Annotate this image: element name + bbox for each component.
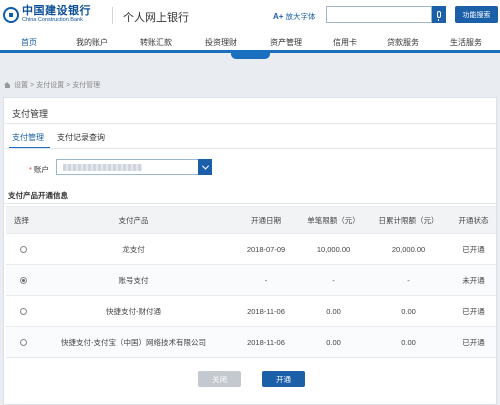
select-radio[interactable] [20, 338, 27, 346]
breadcrumb-separator: > [30, 81, 35, 89]
product-name: 龙支付 [122, 244, 145, 254]
search-input[interactable] [326, 6, 432, 23]
status: 未开通 [462, 275, 485, 285]
nav-credit-card[interactable]: 信用卡 [333, 37, 357, 48]
single-limit: 0.00 [326, 306, 341, 316]
main-nav: 首页 我的账户 转账汇款 投资理财 资产管理 信用卡 贷款服务 生活服务 [0, 31, 500, 52]
select-radio[interactable] [20, 245, 27, 253]
divider [4, 123, 496, 124]
voice-search-button[interactable] [432, 6, 446, 23]
product-name: 快捷支付-支付宝（中国）网络技术有限公司 [61, 337, 206, 347]
header-daily-limit: 日累计限额（元） [378, 215, 439, 225]
font-size-icon: A+ [273, 12, 284, 21]
nav-investment[interactable]: 投资理财 [205, 37, 237, 48]
open-date: 2018-11-06 [247, 337, 285, 347]
ccb-logo-icon [3, 6, 19, 23]
select-radio[interactable] [20, 307, 27, 315]
nav-life-services[interactable]: 生活服务 [450, 37, 482, 48]
nav-dropdown-handle[interactable] [231, 52, 270, 59]
bank-logo[interactable]: 中国建设银行 China Construction Bank [3, 6, 91, 24]
nav-my-account[interactable]: 我的账户 [76, 37, 108, 48]
daily-limit: - [407, 275, 410, 285]
logo-chinese-name: 中国建设银行 [22, 5, 91, 17]
header-open-date: 开通日期 [251, 215, 281, 225]
payment-management-panel: 支付管理 支付管理 支付记录查询 * 账户 支付产品开通信息 选择 支付产品 开通… [3, 97, 497, 405]
header-select: 选择 [14, 215, 29, 225]
logo-english-name: China Construction Bank [22, 17, 83, 23]
breadcrumb-payment-settings[interactable]: 支付设置 [36, 80, 64, 90]
header-divider [112, 7, 113, 24]
table-row[interactable]: 账号支付 - - - 未开通 [6, 265, 496, 296]
breadcrumb-settings[interactable]: 设置 [14, 80, 28, 90]
page-title: 支付管理 [12, 109, 49, 119]
breadcrumb-separator: > [66, 81, 71, 89]
account-select[interactable] [56, 159, 212, 175]
portal-title: 个人网上银行 [123, 12, 189, 24]
header-status: 开通状态 [458, 215, 489, 225]
daily-limit: 0.00 [401, 337, 416, 347]
table-row[interactable]: 龙支付 2018-07-09 10,000.00 20,000.00 已开通 [6, 234, 496, 265]
breadcrumb: 设置 > 支付设置 > 支付管理 [4, 80, 100, 90]
table-row[interactable]: 快捷支付-支付宝（中国）网络技术有限公司 2018-11-06 0.00 0.0… [6, 327, 496, 358]
tab-payment-records[interactable]: 支付记录查询 [57, 132, 105, 143]
nav-asset-management[interactable]: 资产管理 [270, 37, 302, 48]
required-mark: * [29, 165, 32, 174]
nav-transfer[interactable]: 转账汇款 [140, 37, 172, 48]
nav-home[interactable]: 首页 [21, 37, 37, 48]
enlarge-font-button[interactable]: A+ 放大字体 [273, 11, 315, 22]
header-single-limit: 单笔限额（元） [307, 215, 360, 225]
divider [4, 148, 496, 149]
single-limit: 0.00 [326, 337, 341, 347]
masked-account-number [63, 164, 142, 171]
table-row[interactable]: 快捷支付-财付通 2018-11-06 0.00 0.00 已开通 [6, 296, 496, 327]
open-date: - [264, 275, 268, 285]
single-limit: - [332, 275, 335, 285]
status: 已开通 [462, 244, 485, 254]
status: 已开通 [462, 306, 485, 316]
section-title: 支付产品开通信息 [8, 191, 68, 200]
product-name: 账号支付 [118, 275, 149, 285]
header-product: 支付产品 [118, 215, 149, 225]
open-date: 2018-07-09 [246, 244, 286, 254]
account-label: * 账户 [29, 165, 49, 174]
account-dropdown-button[interactable] [198, 159, 212, 175]
nav-loan-services[interactable]: 贷款服务 [387, 37, 419, 48]
status: 已开通 [462, 337, 485, 347]
daily-limit: 0.00 [401, 306, 416, 316]
product-name: 快捷支付-财付通 [106, 306, 161, 316]
close-button[interactable]: 关闭 [198, 371, 241, 387]
open-date: 2018-11-06 [247, 306, 285, 316]
function-search-button[interactable]: 功能搜索 [455, 6, 498, 23]
payment-products-table: 选择 支付产品 开通日期 单笔限额（元） 日累计限额（元） 开通状态 龙支付 2… [6, 206, 496, 358]
top-header: 中国建设银行 China Construction Bank 个人网上银行 A+… [0, 0, 500, 31]
activate-button[interactable]: 开通 [262, 371, 305, 387]
chevron-down-icon [201, 162, 209, 170]
divider [4, 203, 496, 204]
select-radio[interactable] [20, 276, 27, 284]
tab-payment-management[interactable]: 支付管理 [12, 132, 44, 143]
microphone-icon [437, 11, 441, 21]
enlarge-font-label: 放大字体 [285, 12, 316, 21]
home-icon[interactable] [4, 82, 11, 88]
daily-limit: 20,000.00 [391, 244, 426, 254]
single-limit: 10,000.00 [316, 244, 351, 254]
breadcrumb-payment-management: 支付管理 [72, 82, 101, 89]
table-header-row: 选择 支付产品 开通日期 单笔限额（元） 日累计限额（元） 开通状态 [6, 206, 496, 234]
